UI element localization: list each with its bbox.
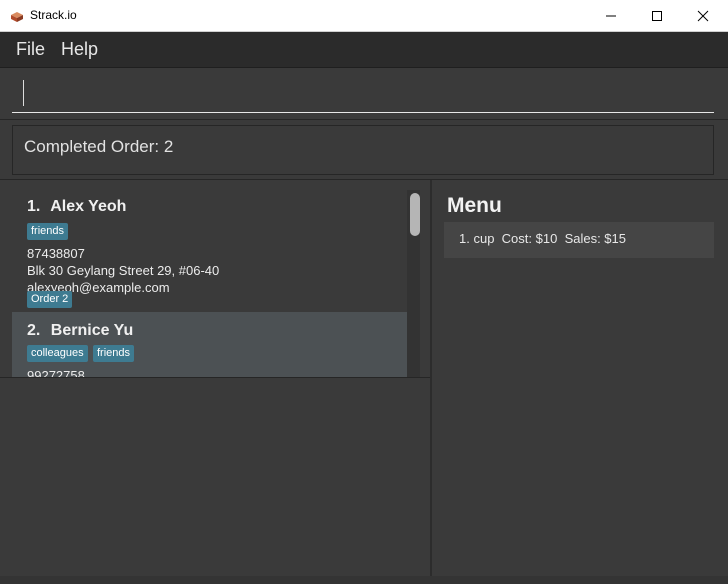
person-card[interactable]: 2. Bernice Yu colleagues friends 9927275… xyxy=(12,312,407,377)
person-tag: friends xyxy=(93,345,135,362)
person-name: Alex Yeoh xyxy=(50,198,127,215)
menu-panel: Menu 1. cup Cost: $10 Sales: $15 xyxy=(432,180,728,584)
person-tag: colleagues xyxy=(27,345,88,362)
menu-item-row[interactable]: 1. cup Cost: $10 Sales: $15 xyxy=(444,222,714,258)
person-phone: 87438807 xyxy=(27,246,85,261)
person-tag: friends xyxy=(27,223,69,240)
person-address: Blk 30 Geylang Street 29, #06-40 xyxy=(27,263,220,278)
close-button[interactable] xyxy=(680,0,726,32)
menu-file[interactable]: File xyxy=(16,39,45,60)
person-list-panel: 1. Alex Yeoh friends 87438807 Blk 30 Gey… xyxy=(0,180,432,584)
text-cursor xyxy=(23,80,24,106)
result-display: Completed Order: 2 xyxy=(12,125,714,175)
menu-title: Menu xyxy=(447,194,502,217)
order-badge: Order 2 xyxy=(27,291,73,308)
menu-item-index: 1. xyxy=(459,231,470,246)
person-name-row: 2. Bernice Yu xyxy=(27,322,133,340)
result-message: Completed Order: 2 xyxy=(24,137,174,156)
maximize-button[interactable] xyxy=(634,0,680,32)
command-box xyxy=(0,68,728,120)
person-phone: 99272758 xyxy=(27,368,85,377)
window-title-bar: Strack.io xyxy=(0,0,728,32)
person-name: Bernice Yu xyxy=(50,322,134,339)
status-bar xyxy=(0,576,728,584)
person-index: 2. xyxy=(27,322,41,339)
person-card[interactable]: 1. Alex Yeoh friends 87438807 Blk 30 Gey… xyxy=(12,190,407,312)
menu-item-cost: Cost: $10 xyxy=(501,231,558,246)
person-index: 1. xyxy=(27,198,41,215)
menu-item-text: 1. cup Cost: $10 Sales: $15 xyxy=(459,231,626,246)
scrollbar-thumb[interactable] xyxy=(410,193,420,236)
person-list[interactable]: 1. Alex Yeoh friends 87438807 Blk 30 Gey… xyxy=(12,190,420,377)
person-name-row: 1. Alex Yeoh xyxy=(27,198,126,216)
menu-item-name: cup xyxy=(473,231,495,246)
menu-bar: File Help xyxy=(0,32,728,68)
command-input[interactable] xyxy=(12,77,714,113)
result-display-panel: Completed Order: 2 xyxy=(0,120,728,180)
maximize-icon xyxy=(652,11,662,21)
minimize-icon xyxy=(606,15,616,17)
menu-item-sales: Sales: $15 xyxy=(564,231,626,246)
minimize-button[interactable] xyxy=(588,0,634,32)
panel-divider xyxy=(0,377,430,378)
close-icon xyxy=(697,10,709,22)
window-title: Strack.io xyxy=(30,8,77,22)
menu-help[interactable]: Help xyxy=(61,39,98,60)
app-logo-icon xyxy=(10,10,24,22)
